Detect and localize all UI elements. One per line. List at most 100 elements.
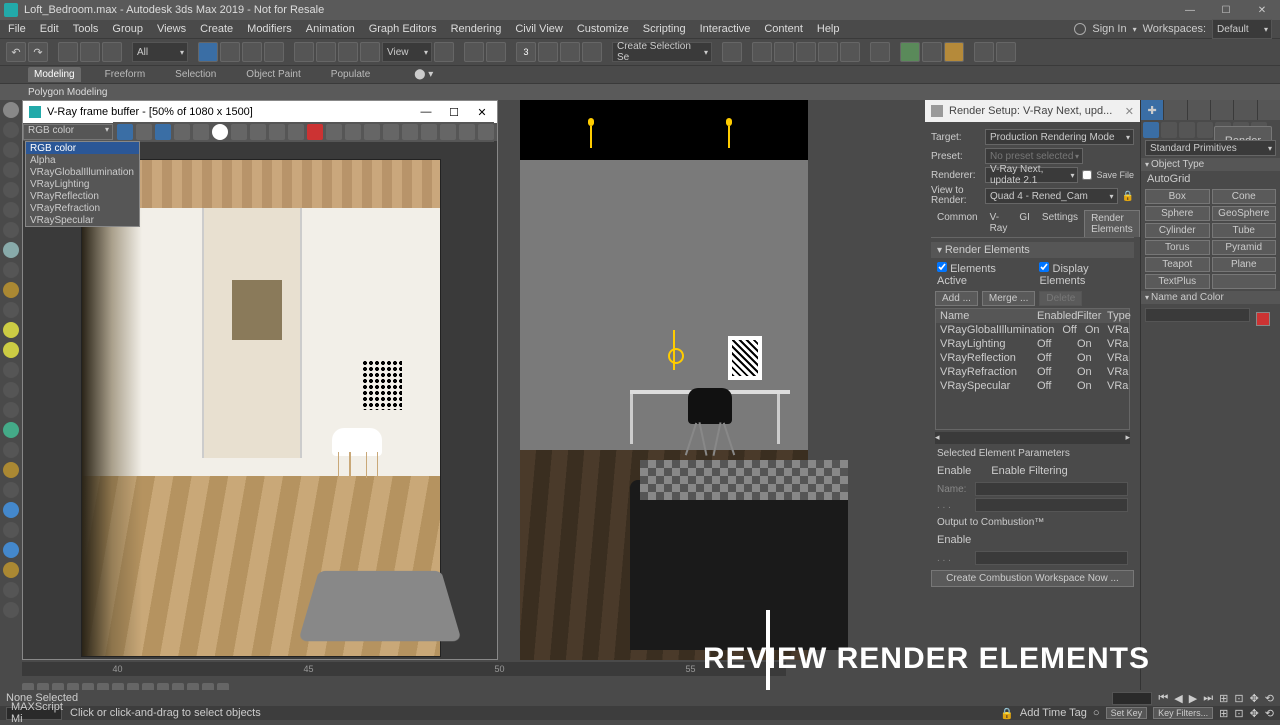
vfb-dd-gi[interactable]: VRayGlobalIllumination — [26, 166, 139, 178]
menu-help[interactable]: Help — [817, 23, 840, 35]
lock-icon[interactable]: 🔒 — [1000, 707, 1014, 720]
primitive-button[interactable]: Teapot — [1145, 257, 1210, 272]
ribbon-objectpaint[interactable]: Object Paint — [240, 67, 306, 82]
lt-tool-icon[interactable] — [3, 362, 19, 378]
named-selection-dropdown[interactable]: Create Selection Se — [612, 42, 712, 62]
vfb-channel-selector[interactable]: RGB color — [23, 124, 113, 140]
lt-sphere-icon[interactable] — [3, 102, 19, 118]
primitive-button[interactable]: Box — [1145, 189, 1210, 204]
combustion-enable-checkbox[interactable]: Enable — [937, 534, 971, 546]
bind-icon[interactable] — [102, 42, 122, 62]
keyfilters-button[interactable]: Key Filters... — [1153, 707, 1213, 719]
lt-tool-icon[interactable] — [3, 122, 19, 138]
keyboard-icon[interactable] — [486, 42, 506, 62]
material-editor-icon[interactable] — [870, 42, 890, 62]
display-tab-icon[interactable] — [1234, 100, 1256, 120]
select-icon[interactable] — [198, 42, 218, 62]
vfb-tool-icon[interactable] — [421, 124, 437, 140]
nav-icon[interactable]: ⊡ — [1234, 707, 1243, 720]
mirror-icon[interactable] — [722, 42, 742, 62]
toggle-ribbon-icon[interactable] — [796, 42, 816, 62]
vfb-dd-rgb[interactable]: RGB color — [26, 142, 139, 154]
vfb-dd-reflection[interactable]: VRayReflection — [26, 190, 139, 202]
shapes-icon[interactable] — [1161, 122, 1177, 138]
table-row[interactable]: VRaySpecularOffOnVRa — [936, 379, 1129, 393]
angle-snap-icon[interactable] — [538, 42, 558, 62]
percent-snap-icon[interactable] — [560, 42, 580, 62]
viewport-gizmo-icon[interactable] — [664, 330, 684, 370]
modify-tab-icon[interactable] — [1164, 100, 1186, 120]
lt-tool-icon[interactable] — [3, 502, 19, 518]
add-element-button[interactable]: Add ... — [935, 291, 978, 306]
vfb-tool-icon[interactable] — [459, 124, 475, 140]
create-tab-icon[interactable]: ✚ — [1141, 100, 1163, 120]
link-icon[interactable] — [58, 42, 78, 62]
lock-icon[interactable]: 🔒 — [1122, 191, 1134, 202]
primitive-button[interactable]: Tube — [1212, 223, 1277, 238]
vfb-region-icon[interactable] — [383, 124, 399, 140]
viewport-3d[interactable] — [520, 100, 925, 690]
play-back-icon[interactable]: ◀ — [1174, 692, 1182, 705]
scale-icon[interactable] — [338, 42, 358, 62]
lt-tool-icon[interactable] — [3, 162, 19, 178]
unlink-icon[interactable] — [80, 42, 100, 62]
redo-icon[interactable]: ↷ — [28, 42, 48, 62]
primitive-button[interactable]: Torus — [1145, 240, 1210, 255]
table-row[interactable]: VRayRefractionOffOnVRa — [936, 365, 1129, 379]
lt-tool-icon[interactable] — [3, 522, 19, 538]
combustion-path-input[interactable] — [975, 551, 1128, 565]
render-setup-close[interactable]: ✕ — [1125, 105, 1134, 118]
combustion-browse[interactable]: . . . — [937, 553, 971, 564]
tab-settings[interactable]: Settings — [1036, 210, 1084, 237]
lt-tool-icon[interactable] — [3, 262, 19, 278]
element-name-input[interactable] — [975, 482, 1128, 496]
nav-icon[interactable]: ⊞ — [1219, 707, 1228, 720]
primitive-button[interactable]: Pyramid — [1212, 240, 1277, 255]
menu-create[interactable]: Create — [200, 23, 233, 35]
menu-file[interactable]: File — [8, 23, 26, 35]
lt-tool-icon[interactable] — [3, 462, 19, 478]
primitive-button[interactable]: TextPlus — [1145, 274, 1210, 289]
maxscript-listener[interactable]: MAXScript Mi — [6, 707, 62, 720]
merge-element-button[interactable]: Merge ... — [982, 291, 1035, 306]
cameras-icon[interactable] — [1197, 122, 1213, 138]
lt-tool-icon[interactable] — [3, 202, 19, 218]
tab-vray[interactable]: V-Ray — [984, 210, 1014, 237]
elements-active-checkbox[interactable]: Elements Active — [937, 262, 1019, 287]
undo-icon[interactable]: ↶ — [6, 42, 26, 62]
menu-interactive[interactable]: Interactive — [700, 23, 751, 35]
browse-button[interactable]: . . . — [937, 500, 971, 511]
ribbon-selection[interactable]: Selection — [169, 67, 222, 82]
lt-tool-icon[interactable] — [3, 442, 19, 458]
menu-scripting[interactable]: Scripting — [643, 23, 686, 35]
menu-customize[interactable]: Customize — [577, 23, 629, 35]
vray-vfb-icon[interactable] — [974, 42, 994, 62]
nav-icon[interactable]: ⟲ — [1265, 692, 1274, 705]
ribbon-expand-icon[interactable]: ⬤ ▾ — [414, 69, 433, 80]
rotate-icon[interactable] — [316, 42, 336, 62]
add-time-tag[interactable]: Add Time Tag — [1020, 707, 1087, 719]
vfb-dd-refraction[interactable]: VRayRefraction — [26, 202, 139, 214]
lt-tool-icon[interactable] — [3, 402, 19, 418]
schematic-icon[interactable] — [840, 42, 860, 62]
refcoord-dropdown[interactable]: View — [382, 42, 432, 62]
close-button[interactable]: ✕ — [1248, 2, 1276, 18]
rendered-frame-icon[interactable] — [922, 42, 942, 62]
timeline[interactable]: 40 45 50 55 — [22, 662, 786, 676]
table-row[interactable]: VRayReflectionOffOnVRa — [936, 351, 1129, 365]
lights-icon[interactable] — [1179, 122, 1195, 138]
frame-input[interactable] — [1112, 692, 1152, 705]
vfb-mono-icon[interactable] — [212, 124, 228, 140]
manip-icon[interactable] — [464, 42, 484, 62]
vfb-minimize-button[interactable]: — — [417, 106, 435, 119]
setkey-button[interactable]: Set Key — [1106, 707, 1148, 719]
nav-icon[interactable]: ✥ — [1250, 692, 1259, 705]
ribbon-populate[interactable]: Populate — [325, 67, 376, 82]
primitive-type-dropdown[interactable]: Standard Primitives — [1145, 140, 1276, 156]
preset-dropdown[interactable]: No preset selected — [985, 148, 1083, 164]
primitive-button[interactable]: Cone — [1212, 189, 1277, 204]
play-icon[interactable]: ▶ — [1189, 692, 1197, 705]
vfb-render-canvas[interactable] — [81, 159, 441, 657]
move-icon[interactable] — [294, 42, 314, 62]
window-crossing-icon[interactable] — [264, 42, 284, 62]
